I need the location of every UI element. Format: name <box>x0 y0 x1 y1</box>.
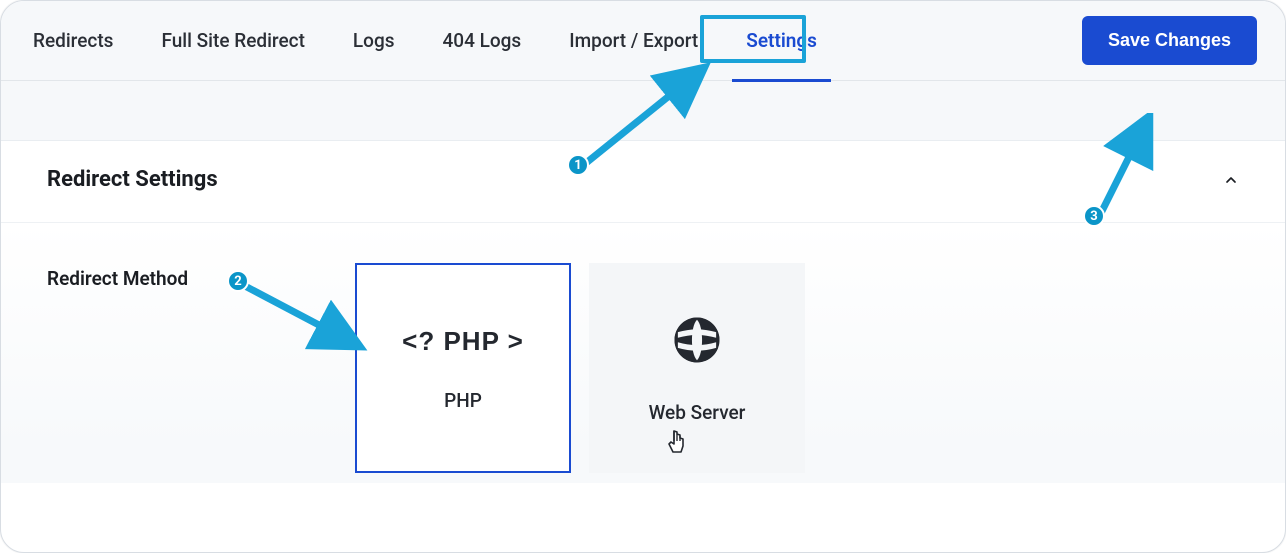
redirect-method-options: <? PHP > PHP <box>355 263 805 473</box>
option-php-label: PHP <box>444 389 482 412</box>
tab-full-site-redirect[interactable]: Full Site Redirect <box>157 23 308 58</box>
tab-redirects[interactable]: Redirects <box>29 23 117 58</box>
php-code-icon: <? PHP > <box>383 325 543 359</box>
tab-bar: Redirects Full Site Redirect Logs 404 Lo… <box>1 1 1285 81</box>
option-web-server-label: Web Server <box>649 401 746 424</box>
app-frame: Redirects Full Site Redirect Logs 404 Lo… <box>0 0 1286 553</box>
annotation-badge-2: 2 <box>227 270 249 292</box>
annotation-badge-1: 1 <box>567 154 589 176</box>
save-changes-button[interactable]: Save Changes <box>1082 16 1257 65</box>
globe-icon <box>670 313 724 371</box>
tab-settings[interactable]: Settings <box>742 23 821 58</box>
chevron-up-icon <box>1223 172 1239 188</box>
svg-text:<? PHP >: <? PHP > <box>402 326 524 356</box>
option-web-server[interactable]: Web Server <box>589 263 805 473</box>
tab-logs[interactable]: Logs <box>349 23 399 58</box>
section-title: Redirect Settings <box>47 167 218 192</box>
option-php[interactable]: <? PHP > PHP <box>355 263 571 473</box>
redirect-settings-section: Redirect Settings Redirect Method <? PHP… <box>1 141 1285 483</box>
tab-404-logs[interactable]: 404 Logs <box>439 23 526 58</box>
section-body: Redirect Method <? PHP > PHP <box>1 223 1285 483</box>
tab-import-export[interactable]: Import / Export <box>565 23 702 58</box>
annotation-badge-3: 3 <box>1083 205 1105 227</box>
redirect-method-label: Redirect Method <box>47 263 347 290</box>
subheader-spacer <box>1 81 1285 141</box>
